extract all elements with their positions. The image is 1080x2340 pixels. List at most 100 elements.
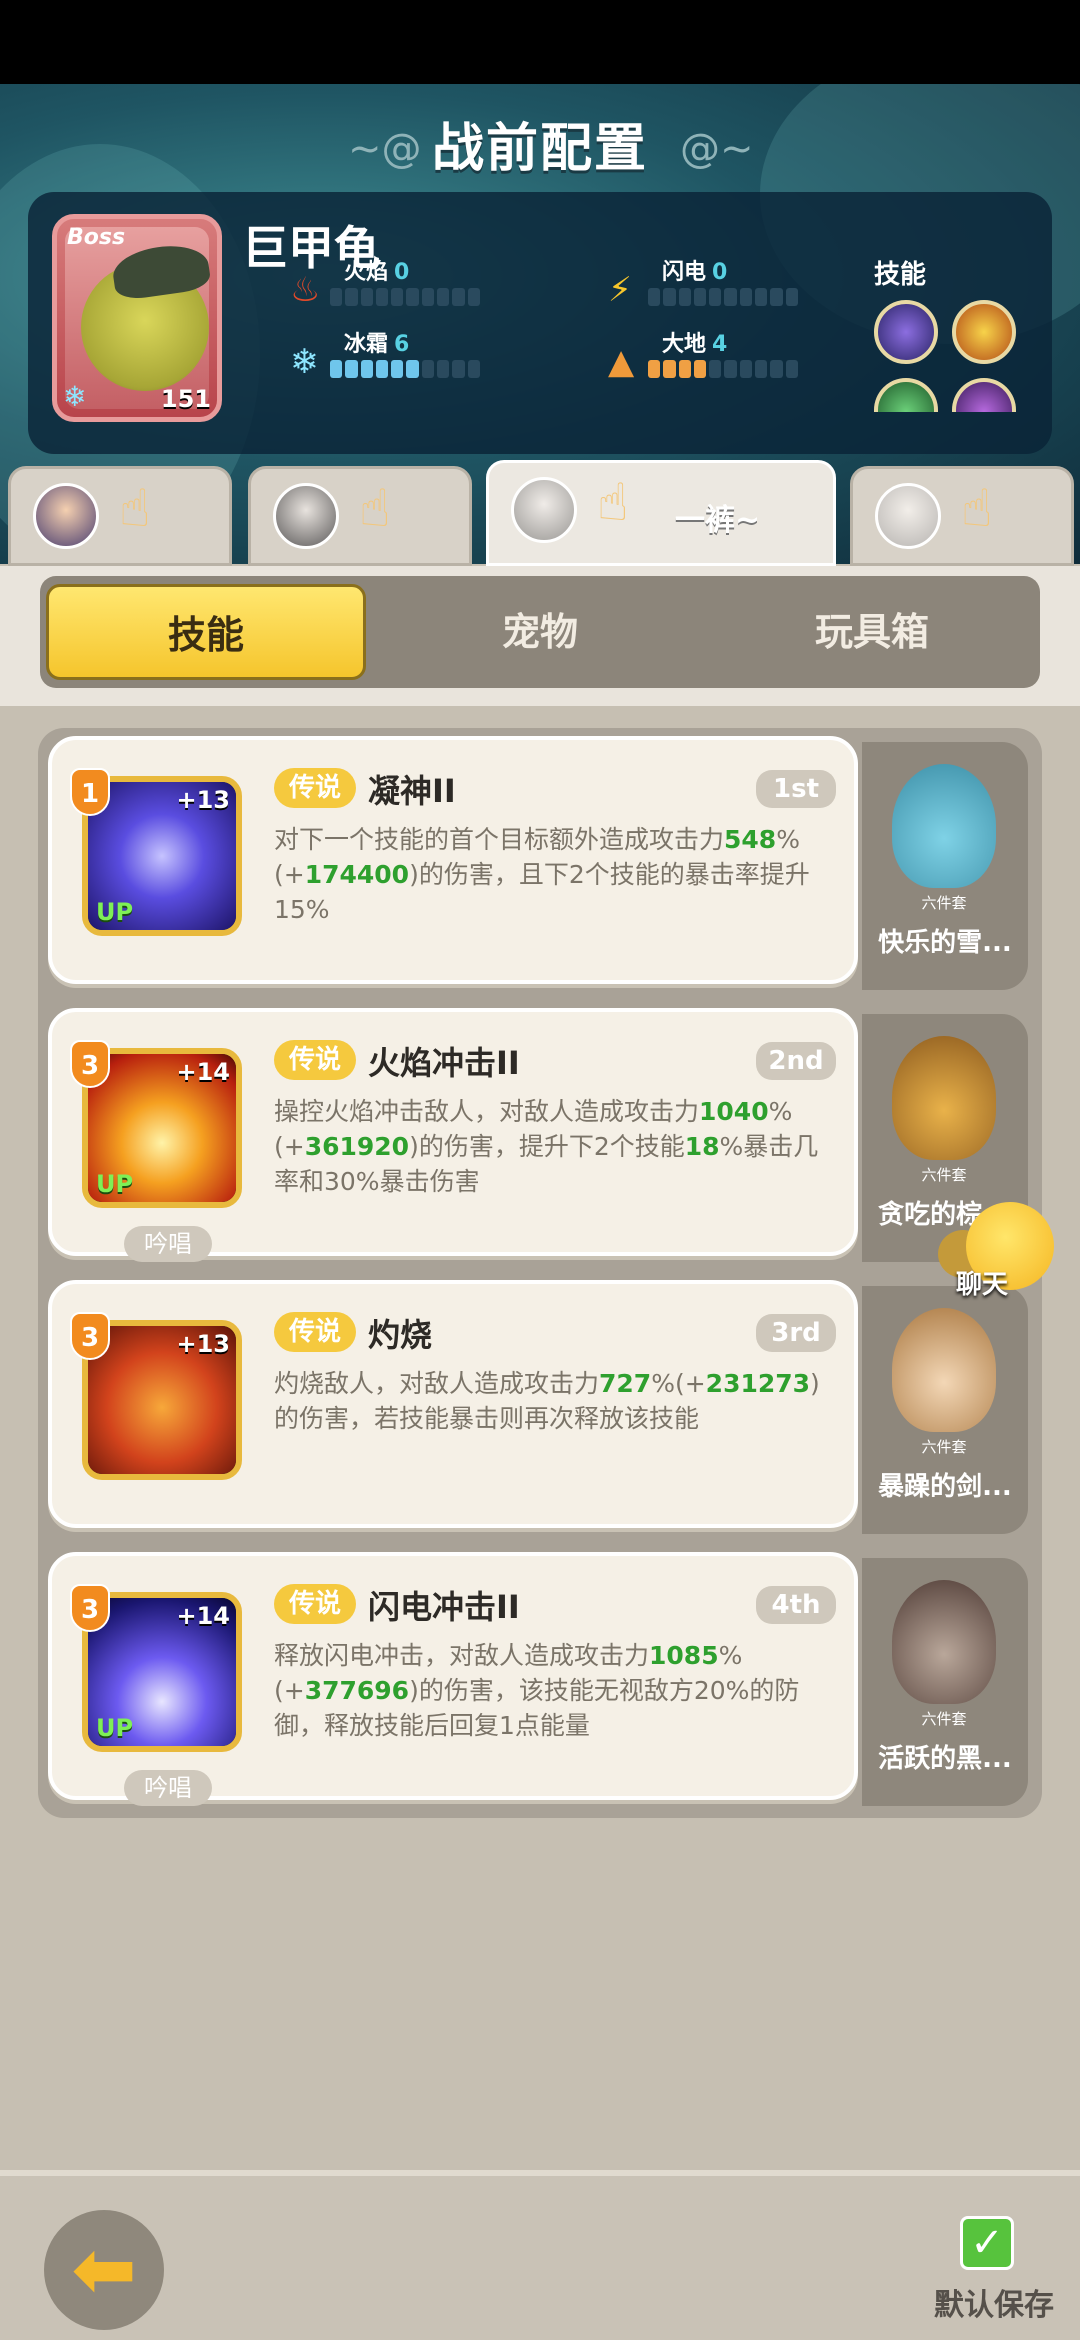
skill-card[interactable]: +14 UP 3 传说 闪电冲击II 4th 释放闪电冲击，对敌人造成攻击力10… <box>48 1552 858 1806</box>
skill-order-badge: 4th <box>756 1586 836 1624</box>
boss-info-panel: Boss ❄ 151 巨甲龟 ♨ 火焰 0 ⚡ 闪电 0 ❄ 冰霜 6 ▲ 大地 4 技… <box>28 192 1052 454</box>
skill-plus: +14 <box>176 1058 230 1086</box>
skill-card[interactable]: +14 UP 3 传说 火焰冲击II 2nd 操控火焰冲击敌人，对敌人造成攻击力… <box>48 1008 858 1262</box>
boss-skill-nature-icon[interactable] <box>874 378 938 412</box>
pet-name: 活跃的黑... <box>878 1744 1012 1774</box>
stat-lightning: ⚡ 闪电 0 <box>608 254 838 314</box>
page-title: 战前配置 <box>431 119 648 179</box>
pet-set-label: 六件套 <box>921 894 967 912</box>
chat-label[interactable]: 聊天 <box>956 1264 1008 1301</box>
boss-skill-dark-icon[interactable] <box>952 378 1016 412</box>
tap-hand-icon: ☝ <box>597 473 629 533</box>
boss-skill-vortex-icon[interactable] <box>874 300 938 364</box>
back-arrow-icon: ⬅ <box>71 2225 137 2315</box>
boss-level: 151 <box>160 385 211 413</box>
skill-description: 释放闪电冲击，对敌人造成攻击力1085%(+377696)的伤害，该技能无视敌方… <box>274 1641 800 1740</box>
pet-figure <box>892 1308 996 1432</box>
pet-name: 快乐的雪... <box>878 928 1012 958</box>
fire-icon: ♨ <box>290 270 321 310</box>
pet-slot[interactable]: 六件套 快乐的雪... <box>862 742 1028 990</box>
earth-icon: ▲ <box>608 342 635 382</box>
tap-hand-icon: ☝ <box>119 479 151 539</box>
character-tab-3[interactable]: ☝ 一裤~ <box>486 460 836 566</box>
pet-figure <box>892 764 996 888</box>
pet-slot[interactable]: 六件套 活跃的黑... <box>862 1558 1028 1806</box>
character-avatar <box>511 477 577 543</box>
skill-name: 灼烧 <box>368 1316 433 1354</box>
skill-card[interactable]: +13 3 传说 灼烧 3rd 灼烧敌人，对敌人造成攻击力727%(+23127… <box>48 1280 858 1528</box>
pet-name: 暴躁的剑... <box>878 1472 1012 1502</box>
boss-skill-crown-icon[interactable] <box>952 300 1016 364</box>
skill-description: 对下一个技能的首个目标额外造成攻击力548%(+174400)的伤害，且下2个技… <box>274 825 810 924</box>
character-tab-4[interactable]: ☝ <box>850 466 1074 566</box>
skill-description: 操控火焰冲击敌人，对敌人造成攻击力1040%(+361920)的伤害，提升下2个… <box>274 1097 819 1196</box>
lightning-level-bar <box>648 288 798 306</box>
tab-toybox[interactable]: 玩具箱 <box>712 584 1032 680</box>
save-checkbox[interactable]: ✓ <box>960 2216 1014 2270</box>
frost-level-bar <box>330 360 480 378</box>
character-tab-name: 一裤~ <box>675 503 761 538</box>
boss-portrait[interactable]: Boss ❄ 151 <box>52 214 222 422</box>
pet-set-label: 六件套 <box>921 1710 967 1728</box>
boss-tag: Boss <box>67 225 126 250</box>
frost-icon: ❄ <box>290 342 319 382</box>
skill-level-badge: 3 <box>70 1040 110 1088</box>
character-avatar <box>273 483 339 549</box>
stat-label: 闪电 <box>662 260 707 285</box>
skill-level-badge: 1 <box>70 768 110 816</box>
frost-element-icon: ❄ <box>63 380 87 413</box>
skill-order-badge: 3rd <box>756 1314 836 1352</box>
skill-name: 闪电冲击II <box>368 1588 520 1626</box>
skill-order-badge: 2nd <box>756 1042 836 1080</box>
skill-description: 灼烧敌人，对敌人造成攻击力727%(+231273)的伤害，若技能暴击则再次释放… <box>274 1369 820 1433</box>
skill-up-label: UP <box>96 1714 134 1742</box>
stat-value: 0 <box>394 260 410 285</box>
rarity-badge: 传说 <box>274 1584 356 1624</box>
skill-plus: +14 <box>176 1602 230 1630</box>
stat-frost: ❄ 冰霜 6 <box>290 326 520 386</box>
stat-label: 火焰 <box>344 260 389 285</box>
rarity-badge: 传说 <box>274 1312 356 1352</box>
rarity-badge: 传说 <box>274 768 356 808</box>
default-save-label[interactable]: 默认保存 <box>934 2280 1054 2324</box>
fire-level-bar <box>330 288 480 306</box>
stat-earth: ▲ 大地 4 <box>608 326 838 386</box>
stat-fire: ♨ 火焰 0 <box>290 254 520 314</box>
rarity-badge: 传说 <box>274 1040 356 1080</box>
status-bar <box>0 0 1080 84</box>
stat-value: 4 <box>712 332 728 357</box>
back-button[interactable]: ⬅ <box>44 2210 164 2330</box>
stat-label: 冰霜 <box>344 332 389 357</box>
tab-skills[interactable]: 技能 <box>46 584 366 680</box>
stat-label: 大地 <box>662 332 707 357</box>
skill-level-badge: 3 <box>70 1312 110 1360</box>
skill-up-label: UP <box>96 1170 134 1198</box>
character-tab-1[interactable]: ☝ <box>8 466 232 566</box>
skill-plus: +13 <box>176 786 230 814</box>
character-tabs: ☝ ☝ ☝ 一裤~ ☝ <box>0 460 1080 566</box>
skill-card[interactable]: +13 UP 1 传说 凝神II 1st 对下一个技能的首个目标额外造成攻击力5… <box>48 736 858 984</box>
skill-name: 凝神II <box>368 772 456 810</box>
chant-badge: 吟唱 <box>124 1770 212 1806</box>
tap-hand-icon: ☝ <box>961 479 993 539</box>
tap-hand-icon: ☝ <box>359 479 391 539</box>
skill-plus: +13 <box>176 1330 230 1358</box>
pet-figure <box>892 1580 996 1704</box>
earth-level-bar <box>648 360 798 378</box>
tab-pets[interactable]: 宠物 <box>380 584 700 680</box>
pet-set-label: 六件套 <box>921 1438 967 1456</box>
pet-set-label: 六件套 <box>921 1166 967 1184</box>
character-avatar <box>33 483 99 549</box>
chant-badge: 吟唱 <box>124 1226 212 1262</box>
pet-figure <box>892 1036 996 1160</box>
skill-name: 火焰冲击II <box>368 1044 520 1082</box>
pet-slot[interactable]: 六件套 暴躁的剑... <box>862 1286 1028 1534</box>
character-tab-2[interactable]: ☝ <box>248 466 472 566</box>
skill-level-badge: 3 <box>70 1584 110 1632</box>
category-segmented-control: 技能 宠物 玩具箱 <box>40 576 1040 688</box>
stat-value: 0 <box>712 260 728 285</box>
skill-order-badge: 1st <box>756 770 836 808</box>
stat-value: 6 <box>394 332 410 357</box>
skill-up-label: UP <box>96 898 134 926</box>
lightning-icon: ⚡ <box>608 270 632 310</box>
